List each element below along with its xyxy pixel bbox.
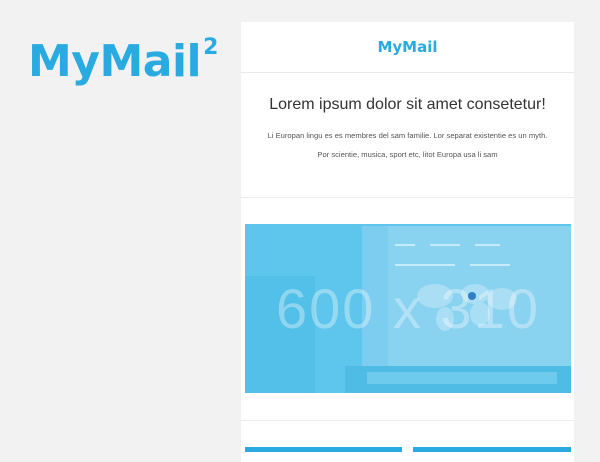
email-body-text: Li Europan lingu es es membres del sam f… bbox=[248, 126, 568, 164]
mymail2-logo: MyMail2 bbox=[28, 37, 218, 84]
hero-image[interactable]: 600 x 310 bbox=[245, 224, 571, 393]
email-preview-card: MyMail Lorem ipsum dolor sit amet conset… bbox=[241, 22, 574, 462]
screen-bar bbox=[395, 244, 415, 246]
screen-bar bbox=[470, 264, 510, 266]
email-header-logo[interactable]: MyMail bbox=[377, 38, 437, 56]
brand-name: MyMail bbox=[28, 36, 202, 87]
screen-bar bbox=[430, 244, 460, 246]
brand-version: 2 bbox=[203, 35, 218, 61]
email-body-line-2: Por scientie, musica, sport etc, litot E… bbox=[317, 150, 498, 159]
screen-bar bbox=[475, 244, 500, 246]
email-header: MyMail bbox=[241, 22, 574, 73]
email-headline: Lorem ipsum dolor sit amet consetetur! bbox=[269, 96, 546, 113]
section-divider bbox=[241, 197, 574, 198]
screen-bar bbox=[395, 264, 455, 266]
laptop-keyboard bbox=[367, 372, 557, 384]
email-body-line-1: Li Europan lingu es es membres del sam f… bbox=[267, 131, 548, 140]
section-divider bbox=[241, 420, 574, 421]
image-size-placeholder: 600 x 310 bbox=[276, 277, 540, 340]
